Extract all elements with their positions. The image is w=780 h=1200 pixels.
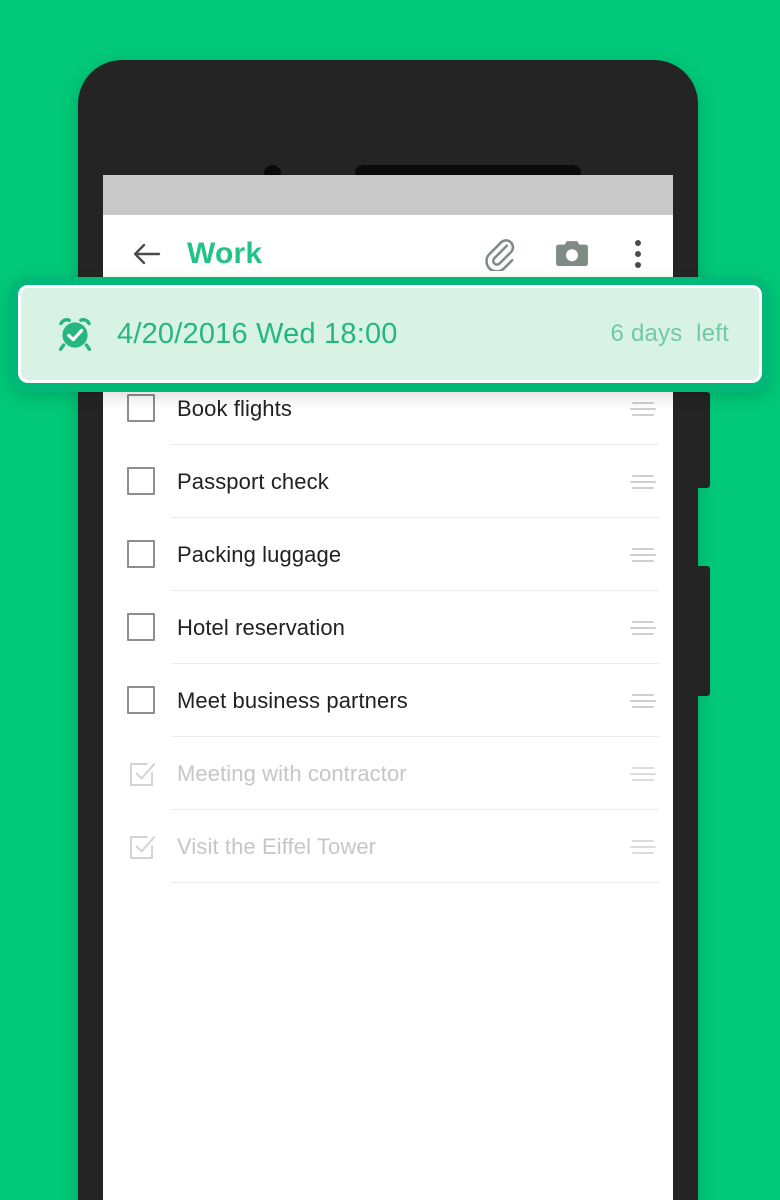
checkbox-unchecked-icon[interactable] (127, 393, 157, 424)
task-row[interactable]: Visit the Eiffel Tower (103, 810, 673, 883)
task-row[interactable]: Hotel reservation (103, 591, 673, 664)
checkbox-checked-icon[interactable] (127, 759, 157, 789)
overflow-menu-button[interactable] (625, 231, 651, 277)
volume-button[interactable] (698, 566, 710, 696)
task-row[interactable]: Meeting with contractor (103, 737, 673, 810)
task-label: Passport check (177, 468, 329, 494)
task-label: Book flights (177, 395, 292, 421)
checkbox-unchecked-icon[interactable] (127, 612, 157, 643)
task-label: Visit the Eiffel Tower (177, 833, 377, 859)
attach-button[interactable] (477, 231, 523, 277)
task-label: Meet business partners (177, 687, 408, 713)
task-row[interactable]: Meet business partners (103, 664, 673, 737)
drag-handle-icon[interactable] (627, 766, 659, 781)
camera-button[interactable] (549, 231, 595, 277)
paperclip-icon (485, 239, 515, 271)
overflow-menu-icon (635, 240, 641, 268)
checkbox-checked-icon[interactable] (127, 832, 157, 862)
task-list: Book flights Passport check Packing luggag… (103, 372, 673, 883)
reminder-banner[interactable]: 4/20/2016 Wed 18:00 6 days left (18, 285, 762, 383)
task-label: Packing luggage (177, 541, 342, 567)
drag-handle-icon[interactable] (627, 474, 659, 489)
drag-handle-icon[interactable] (627, 401, 659, 416)
page-title: Work (187, 237, 263, 270)
task-row[interactable]: Passport check (103, 445, 673, 518)
back-button[interactable] (127, 234, 167, 274)
drag-handle-icon[interactable] (627, 547, 659, 562)
camera-icon (556, 241, 588, 267)
status-bar (103, 175, 673, 215)
task-label: Hotel reservation (177, 614, 345, 640)
checkbox-unchecked-icon[interactable] (127, 685, 157, 716)
drag-handle-icon[interactable] (627, 839, 659, 854)
reminder-time-left: 6 days left (610, 320, 729, 347)
task-row[interactable]: Packing luggage (103, 518, 673, 591)
screenshot-stage: Work Business trip to Pari (0, 0, 780, 1200)
drag-handle-icon[interactable] (627, 620, 659, 635)
power-button[interactable] (698, 392, 710, 488)
checkbox-unchecked-icon[interactable] (127, 539, 157, 570)
checkbox-unchecked-icon[interactable] (127, 466, 157, 497)
drag-handle-icon[interactable] (627, 693, 659, 708)
back-arrow-icon (134, 243, 161, 265)
alarm-clock-check-icon (55, 314, 95, 354)
task-label: Meeting with contractor (177, 760, 407, 786)
reminder-datetime: 4/20/2016 Wed 18:00 (117, 317, 398, 350)
